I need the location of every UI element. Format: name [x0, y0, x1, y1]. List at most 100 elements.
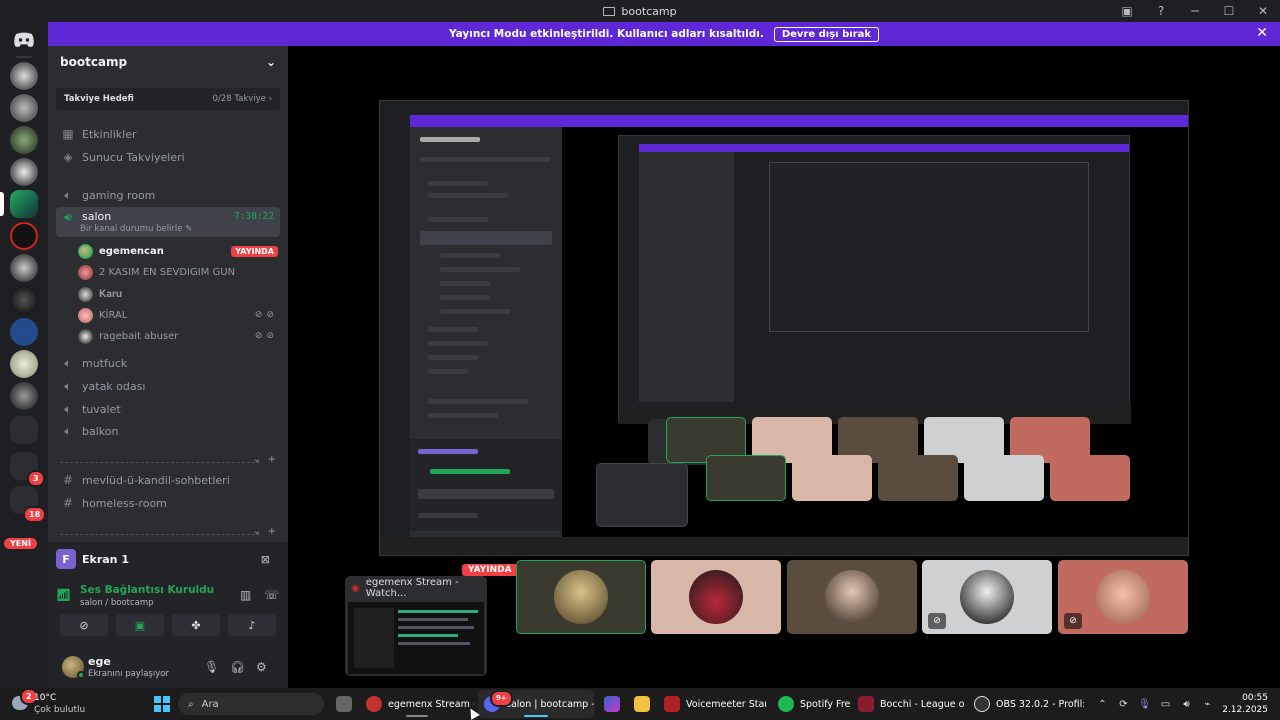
- soundboard-button[interactable]: ♪: [228, 614, 276, 636]
- microphone-tray-icon[interactable]: 🎙︎: [1134, 699, 1155, 710]
- voice-channel-gaming-room[interactable]: 🔈︎ gaming room: [56, 184, 280, 206]
- stream-stage[interactable]: ◉ egemenx Stream - Watch... YAYINDA ⊘ ⊘: [288, 46, 1280, 688]
- online-status-icon: [77, 671, 85, 679]
- screen-share-row[interactable]: F Ekran 1 ⊠: [56, 548, 280, 570]
- new-badge: YENİ: [4, 538, 37, 549]
- server-icon[interactable]: [10, 158, 38, 186]
- member-name: KİRAL: [99, 309, 128, 321]
- activities-button[interactable]: ✤: [172, 614, 220, 636]
- participant-tile[interactable]: [787, 560, 917, 634]
- voice-member[interactable]: 2 KASIM EN SEVDIGIM GUN: [78, 262, 278, 282]
- taskbar-app-obs[interactable]: OBS 32.0.2 - Profil: İsims: [968, 690, 1084, 718]
- pencil-icon: ✎: [185, 224, 193, 234]
- server-icon[interactable]: [10, 318, 38, 346]
- server-icon[interactable]: [10, 350, 38, 378]
- windows-start-button[interactable]: [154, 696, 170, 712]
- taskbar-app-explorer[interactable]: [628, 690, 656, 718]
- nested-tile: [878, 455, 958, 501]
- text-channel[interactable]: # homeless-room: [56, 492, 280, 514]
- channel-status[interactable]: Bir kanal durumu belirle ✎: [80, 224, 192, 234]
- voice-channel-balkon[interactable]: 🔈︎ balkon: [56, 420, 280, 442]
- taskbar-app-browser[interactable]: egemenx Stream - Watc: [360, 690, 474, 718]
- taskbar-search[interactable]: ⌕ Ara: [178, 693, 324, 715]
- participant-tile[interactable]: [651, 560, 781, 634]
- taskbar-app-voicemeeter[interactable]: Voicemeeter Standard: [658, 690, 766, 718]
- server-icon-bootcamp[interactable]: [10, 190, 38, 218]
- disable-streamer-mode-button[interactable]: Devre dışı bırak: [773, 26, 880, 42]
- channel-label: salon: [82, 210, 112, 223]
- taskbar-app-copilot[interactable]: [598, 690, 626, 718]
- server-icon[interactable]: [10, 382, 38, 410]
- volume-icon[interactable]: 🔊︎: [1176, 699, 1197, 710]
- taskbar-app-league[interactable]: Bocchi - League of Lege: [852, 690, 964, 718]
- maximize-button[interactable]: ☐: [1212, 0, 1246, 22]
- participant-tile[interactable]: ⊘: [922, 560, 1052, 634]
- server-icon[interactable]: [10, 254, 38, 282]
- obs-icon: [974, 696, 990, 712]
- minimize-button[interactable]: ─: [1178, 0, 1212, 22]
- settings-gear-icon[interactable]: ⚙: [256, 660, 267, 674]
- title-bar: bootcamp ▣ ? ─ ☐ ✕: [0, 0, 1280, 22]
- close-window-button[interactable]: ✕: [1246, 0, 1280, 22]
- voice-member[interactable]: 𝐊𝐚𝐫𝐮: [78, 284, 278, 304]
- screen-share-button[interactable]: ▣: [116, 614, 164, 636]
- disconnect-icon[interactable]: ☏: [264, 588, 279, 602]
- window-title-text: bootcamp: [621, 4, 677, 18]
- muted-icon: ⊘: [928, 613, 946, 629]
- stop-share-icon[interactable]: ⊠: [261, 553, 270, 566]
- voice-channel-tuvalet[interactable]: 🔈︎ tuvalet: [56, 398, 280, 420]
- close-banner-icon[interactable]: ✕: [1256, 25, 1268, 41]
- help-icon[interactable]: ?: [1144, 0, 1178, 22]
- selected-server-indicator: [0, 192, 4, 216]
- events-item[interactable]: ▦ Etkinlikler: [56, 123, 280, 145]
- clock-date: 2.12.2025: [1222, 705, 1268, 715]
- stream-preview-card[interactable]: ◉ egemenx Stream - Watch...: [345, 576, 487, 676]
- discord-home-button[interactable]: [10, 26, 38, 54]
- server-boosts-item[interactable]: ◈ Sunucu Takviyeleri: [56, 146, 280, 168]
- category-controls[interactable]: ⌄ +: [253, 526, 276, 537]
- voice-member[interactable]: egemencan YAYINDA: [78, 241, 278, 261]
- voice-member[interactable]: KİRAL ⊘⊘: [78, 305, 278, 325]
- taskbar-app-spotify[interactable]: Spotify Free: [772, 690, 850, 718]
- participant-tile[interactable]: ⊘: [1058, 560, 1188, 634]
- nested-stream-card: [596, 463, 688, 527]
- inbox-icon[interactable]: ▣: [1110, 0, 1144, 22]
- server-icon[interactable]: [10, 222, 38, 250]
- taskbar-clock[interactable]: 00:55 2.12.2025: [1218, 692, 1280, 716]
- participant-tile-egemencan[interactable]: [516, 560, 646, 634]
- sync-icon[interactable]: ⟳: [1113, 699, 1134, 710]
- nested-tile: [1050, 455, 1130, 501]
- server-icon[interactable]: [10, 286, 38, 314]
- taskbar-app-label: Voicemeeter Standard: [686, 698, 766, 710]
- chevron-up-icon[interactable]: ⌃: [1092, 699, 1113, 710]
- voice-channel-yatak-odasi[interactable]: 🔈︎ yatak odası: [56, 375, 280, 397]
- server-icon[interactable]: [10, 62, 38, 90]
- headphones-icon[interactable]: 🎧︎: [230, 660, 245, 674]
- text-channel[interactable]: # mevlüd-ü-kandil-sohbetleri: [56, 469, 280, 491]
- microphone-icon[interactable]: 🎙︎: [204, 660, 219, 674]
- browser-icon: ◉: [351, 582, 360, 594]
- display-icon[interactable]: ▭: [1155, 699, 1176, 710]
- server-icon[interactable]: [10, 94, 38, 122]
- server-icon[interactable]: [10, 126, 38, 154]
- voice-connected-label[interactable]: Ses Bağlantısı Kuruldu: [80, 584, 214, 596]
- member-name: 2 KASIM EN SEVDIGIM GUN: [99, 266, 236, 278]
- noise-suppression-icon[interactable]: ▥: [240, 588, 251, 602]
- voice-channel-mutfuck[interactable]: 🔈︎ mutfuck: [56, 352, 280, 374]
- channel-sidebar: bootcamp ⌄ Takviye Hedefi 0/28 Takviye ›…: [48, 46, 288, 542]
- discord-logo-icon: [14, 32, 34, 47]
- guild-header[interactable]: bootcamp ⌄: [48, 46, 288, 78]
- server-folder[interactable]: [10, 416, 38, 444]
- category-controls[interactable]: ⌄ +: [253, 454, 276, 465]
- voice-member[interactable]: ragebait abuser ⊘⊘: [78, 326, 278, 346]
- network-icon[interactable]: ⌁: [1197, 699, 1218, 710]
- camera-off-button[interactable]: ⊘: [60, 614, 108, 636]
- username[interactable]: ege: [88, 655, 111, 668]
- voice-location[interactable]: salon / bootcamp: [80, 598, 154, 608]
- voice-channel-salon[interactable]: 🔊︎ salon 7:30:22 Bir kanal durumu belirl…: [56, 207, 280, 237]
- task-view-button[interactable]: [330, 690, 358, 718]
- member-name: egemencan: [99, 245, 164, 257]
- server-rail: 3 18 YENİ: [0, 22, 48, 688]
- boost-goal[interactable]: Takviye Hedefi 0/28 Takviye ›: [56, 88, 280, 110]
- avatar: [78, 307, 93, 323]
